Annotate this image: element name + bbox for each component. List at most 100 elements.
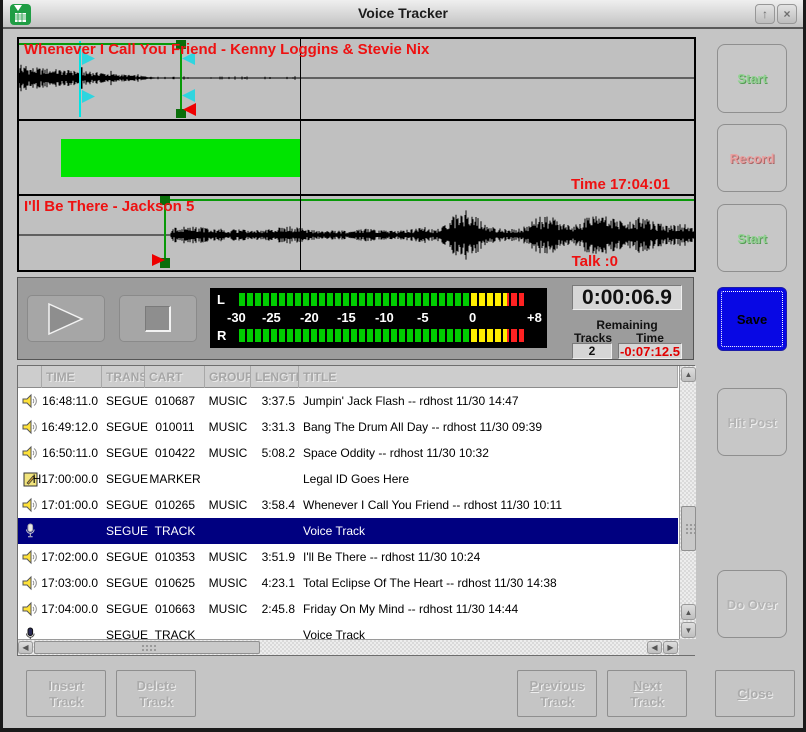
meter-scale-label: -5 bbox=[417, 310, 429, 325]
speaker-icon bbox=[22, 445, 39, 461]
column-header-time[interactable]: TIME bbox=[42, 366, 102, 388]
cell-time: 16:49:12.0 bbox=[42, 414, 102, 440]
cell-cart: 010625 bbox=[145, 570, 205, 596]
cell-group bbox=[205, 466, 251, 492]
cell-length: 3:37.5 bbox=[251, 388, 299, 414]
button-label-line: Delete bbox=[136, 678, 175, 694]
cell-group: MUSIC bbox=[205, 414, 251, 440]
cell-cart: 010011 bbox=[145, 414, 205, 440]
cell-cart: 010663 bbox=[145, 596, 205, 622]
cell-icon bbox=[18, 622, 42, 639]
voice-track-region[interactable] bbox=[61, 139, 301, 177]
voice-track-pane[interactable]: Time 17:04:01 bbox=[19, 121, 694, 194]
play-button[interactable] bbox=[27, 295, 105, 342]
scroll-left-icon[interactable]: ◀ bbox=[18, 641, 33, 654]
cell-trans: SEGUE bbox=[102, 596, 145, 622]
maximize-icon[interactable]: ↑ bbox=[755, 4, 775, 24]
record-button[interactable]: Record bbox=[717, 124, 787, 192]
scroll-up-icon[interactable]: ▲ bbox=[681, 604, 696, 620]
cell-time bbox=[42, 518, 102, 544]
track1-waveform-pane[interactable]: Whenever I Call You Friend - Kenny Loggi… bbox=[19, 39, 694, 119]
cell-group bbox=[205, 518, 251, 544]
cell-length: 2:45.8 bbox=[251, 596, 299, 622]
grid-divider-line bbox=[300, 121, 301, 194]
next-track-button[interactable]: NextTrack bbox=[607, 670, 687, 717]
cell-time: 17:01:00.0 bbox=[42, 492, 102, 518]
log-row[interactable]: H17:00:00.0SEGUEMARKER Legal ID Goes Here bbox=[18, 466, 678, 492]
log-row-selected[interactable]: SEGUETRACKVoice Track bbox=[18, 518, 678, 544]
thumb-grip bbox=[685, 523, 695, 536]
talk-marker-icon[interactable] bbox=[82, 90, 95, 103]
cell-title: Jumpin' Jack Flash -- rdhost 11/30 14:47 bbox=[299, 388, 678, 414]
delete-track-button[interactable]: DeleteTrack bbox=[116, 670, 196, 717]
cell-trans: SEGUE bbox=[102, 544, 145, 570]
insert-track-button[interactable]: InsertTrack bbox=[26, 670, 106, 717]
cell-length bbox=[251, 466, 299, 492]
scroll-left-icon[interactable]: ◀ bbox=[647, 641, 662, 654]
scroll-right-icon[interactable]: ▶ bbox=[663, 641, 678, 654]
cell-trans: SEGUE bbox=[102, 492, 145, 518]
cell-title: Space Oddity -- rdhost 11/30 10:32 bbox=[299, 440, 678, 466]
vertical-scrollbar[interactable]: ▲ ▲ ▼ bbox=[679, 366, 696, 639]
stop-button[interactable] bbox=[119, 295, 197, 342]
scroll-down-icon[interactable]: ▼ bbox=[681, 622, 696, 638]
column-header-cart[interactable]: CART bbox=[145, 366, 205, 388]
previous-track-button[interactable]: PreviousTrack bbox=[517, 670, 597, 717]
cell-title: Friday On My Mind -- rdhost 11/30 14:44 bbox=[299, 596, 678, 622]
horizontal-scrollbar-thumb[interactable] bbox=[34, 641, 260, 654]
column-header-group[interactable]: GROUP bbox=[205, 366, 251, 388]
cell-icon bbox=[18, 570, 42, 596]
hit-post-button[interactable]: Hit Post bbox=[717, 388, 787, 456]
close-icon[interactable]: × bbox=[777, 4, 797, 24]
cell-length: 3:58.4 bbox=[251, 492, 299, 518]
fade-handle-bottom[interactable] bbox=[176, 109, 186, 118]
cell-icon bbox=[18, 544, 42, 570]
track2-waveform-pane[interactable]: I'll Be There - Jackson 5 Talk :0 bbox=[19, 196, 694, 270]
cell-title: Total Eclipse Of The Heart -- rdhost 11/… bbox=[299, 570, 678, 596]
save-button[interactable]: Save bbox=[717, 287, 787, 351]
column-header-title[interactable]: TITLE bbox=[299, 366, 678, 388]
talk-end-marker-icon[interactable] bbox=[182, 89, 195, 102]
cell-length: 3:51.9 bbox=[251, 544, 299, 570]
cell-title: Legal ID Goes Here bbox=[299, 466, 678, 492]
button-label-line: Track bbox=[540, 694, 574, 710]
button-label-line: Track bbox=[630, 694, 664, 710]
log-row[interactable]: SEGUETRACKVoice Track bbox=[18, 622, 678, 639]
cell-group: MUSIC bbox=[205, 544, 251, 570]
cell-title: I'll Be There -- rdhost 11/30 10:24 bbox=[299, 544, 678, 570]
speaker-icon bbox=[22, 575, 39, 591]
log-row[interactable]: 17:03:00.0SEGUE010625MUSIC4:23.1Total Ec… bbox=[18, 570, 678, 596]
horizontal-scrollbar[interactable]: ◀ ◀ ▶ bbox=[18, 639, 679, 655]
column-header-trans[interactable]: TRANS bbox=[102, 366, 145, 388]
log-row[interactable]: 17:01:00.0SEGUE010265MUSIC3:58.4Whenever… bbox=[18, 492, 678, 518]
cell-length: 3:31.3 bbox=[251, 414, 299, 440]
log-row[interactable]: 16:50:11.0SEGUE010422MUSIC5:08.2Space Od… bbox=[18, 440, 678, 466]
log-row[interactable]: 16:48:11.0SEGUE010687MUSIC3:37.5Jumpin' … bbox=[18, 388, 678, 414]
cell-trans: SEGUE bbox=[102, 466, 145, 492]
close-button[interactable]: Close bbox=[715, 670, 795, 717]
cell-time bbox=[42, 622, 102, 639]
speaker-icon bbox=[22, 549, 39, 565]
vertical-scrollbar-thumb[interactable] bbox=[681, 506, 696, 551]
meter-left-label: L bbox=[217, 292, 225, 307]
button-label-line: Previous bbox=[530, 678, 585, 694]
cell-cart: MARKER bbox=[145, 466, 205, 492]
log-row[interactable]: 17:02:00.0SEGUE010353MUSIC3:51.9I'll Be … bbox=[18, 544, 678, 570]
cell-group: MUSIC bbox=[205, 492, 251, 518]
cell-group: MUSIC bbox=[205, 440, 251, 466]
log-row[interactable]: 17:04:00.0SEGUE010663MUSIC2:45.8Friday O… bbox=[18, 596, 678, 622]
log-row[interactable]: 16:49:12.0SEGUE010011MUSIC3:31.3Bang The… bbox=[18, 414, 678, 440]
cell-time: H17:00:00.0 bbox=[42, 466, 102, 492]
track2-title: I'll Be There - Jackson 5 bbox=[24, 198, 194, 215]
start-track1-button[interactable]: Start bbox=[717, 44, 787, 113]
titlebar[interactable]: Voice Tracker ↑ × bbox=[3, 0, 803, 29]
cell-length: 5:08.2 bbox=[251, 440, 299, 466]
column-header-length[interactable]: LENGTH bbox=[251, 366, 299, 388]
microphone-icon bbox=[24, 627, 36, 639]
scroll-up-icon[interactable]: ▲ bbox=[681, 367, 696, 382]
button-label-line: Track bbox=[49, 694, 83, 710]
do-over-button[interactable]: Do Over bbox=[717, 570, 787, 638]
column-header-icon[interactable] bbox=[18, 366, 42, 388]
cell-icon bbox=[18, 440, 42, 466]
start-track2-button[interactable]: Start bbox=[717, 204, 787, 272]
